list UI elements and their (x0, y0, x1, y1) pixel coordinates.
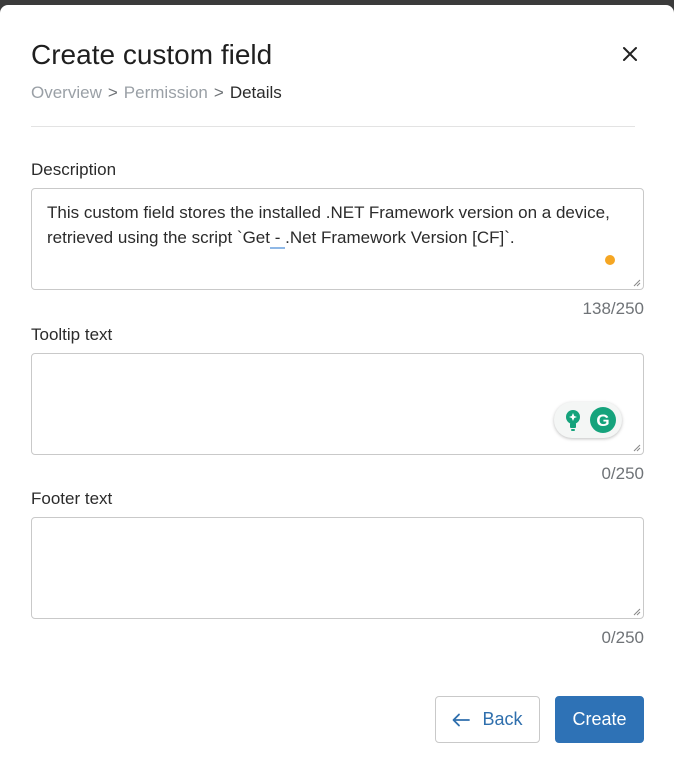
create-button-label: Create (572, 709, 627, 729)
resize-grip-icon[interactable] (633, 444, 641, 452)
arrow-left-icon (452, 713, 471, 727)
tooltip-counter: 0/250 (601, 464, 644, 483)
create-custom-field-dialog: Create custom field Overview > Permissio… (0, 5, 674, 773)
breadcrumb-permission[interactable]: Permission (124, 82, 208, 104)
description-label: Description (31, 160, 117, 179)
lightbulb-icon[interactable] (559, 406, 587, 434)
breadcrumb-separator: > (107, 83, 118, 102)
dialog-title: Create custom field (31, 39, 273, 70)
close-button[interactable] (617, 41, 643, 67)
grammarly-logo-icon[interactable]: G (589, 406, 617, 434)
tooltip-label: Tooltip text (31, 325, 113, 344)
status-dot (605, 255, 615, 265)
back-button[interactable]: Back (435, 696, 540, 743)
breadcrumb-separator: > (213, 83, 224, 102)
footer-counter: 0/250 (601, 628, 644, 647)
svg-text:G: G (596, 411, 609, 430)
back-button-label: Back (482, 709, 523, 729)
footer-label: Footer text (31, 489, 113, 508)
breadcrumb-details: Details (229, 83, 282, 102)
footer-textarea[interactable] (31, 517, 644, 619)
grammarly-widget[interactable]: G (554, 402, 622, 438)
description-textarea[interactable]: This custom field stores the installed .… (31, 188, 644, 290)
close-icon (623, 47, 637, 61)
create-button[interactable]: Create (555, 696, 644, 743)
resize-grip-icon[interactable] (633, 279, 641, 287)
breadcrumb: Overview > Permission > Details (31, 82, 282, 104)
tooltip-textarea[interactable]: G (31, 353, 644, 455)
resize-grip-icon[interactable] (633, 608, 641, 616)
description-value: This custom field stores the installed .… (47, 203, 610, 249)
spelling-suggestion-underline[interactable]: - (269, 228, 286, 249)
header-divider (31, 126, 635, 127)
description-counter: 138/250 (582, 299, 644, 318)
breadcrumb-overview[interactable]: Overview (31, 82, 102, 104)
